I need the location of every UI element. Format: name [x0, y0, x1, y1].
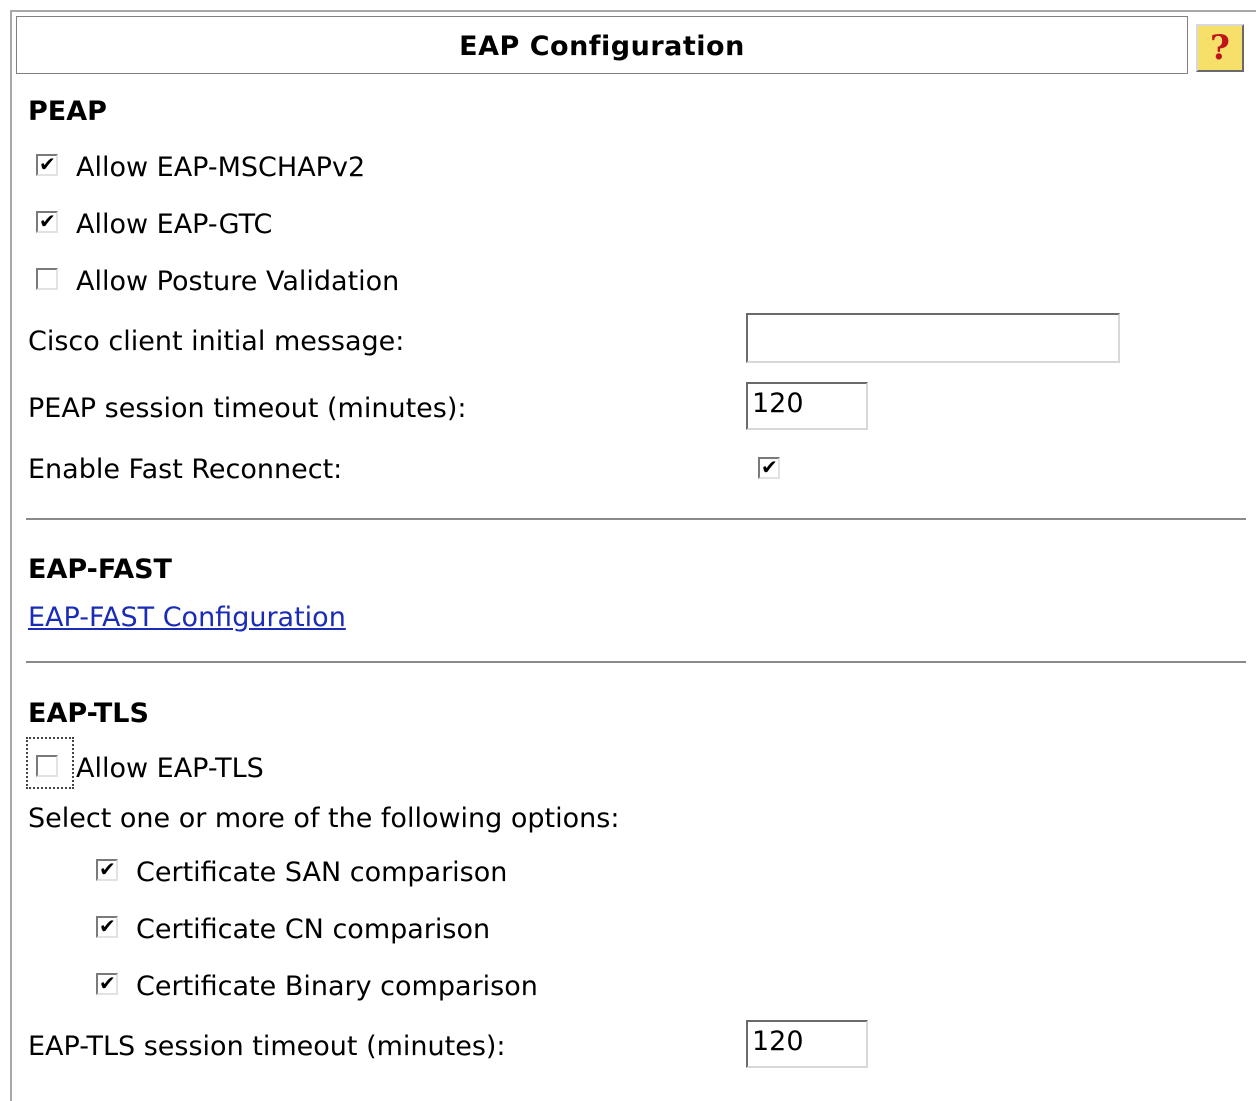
- options-prompt: Select one or more of the following opti…: [28, 803, 620, 834]
- certificate-cn-comparison-checkbox[interactable]: ✔: [96, 914, 118, 938]
- eap-tls-session-timeout-input[interactable]: 120: [746, 1020, 868, 1068]
- cisco-client-initial-message-input[interactable]: [746, 313, 1120, 363]
- allow-eap-tls-label: Allow EAP-TLS: [76, 753, 264, 784]
- certificate-san-comparison-checkbox[interactable]: ✔: [96, 857, 118, 881]
- certificate-binary-comparison-checkbox[interactable]: ✔: [96, 971, 118, 995]
- certificate-binary-comparison-label: Certificate Binary comparison: [136, 971, 538, 1002]
- cisco-client-initial-message-label: Cisco client initial message:: [28, 326, 405, 357]
- checkmark-icon: ✔: [39, 152, 56, 176]
- title-bar: EAP Configuration: [16, 16, 1188, 74]
- allow-eap-tls-checkbox[interactable]: [36, 755, 58, 777]
- enable-fast-reconnect-label: Enable Fast Reconnect:: [28, 454, 343, 485]
- checkmark-icon: ✔: [39, 209, 56, 233]
- section-divider: [26, 661, 1246, 663]
- enable-fast-reconnect-checkbox[interactable]: ✔: [758, 455, 780, 479]
- help-icon: ?: [1210, 28, 1230, 68]
- checkmark-icon: ✔: [99, 857, 116, 881]
- allow-eap-mschapv2-checkbox[interactable]: ✔: [36, 152, 58, 176]
- certificate-san-comparison-label: Certificate SAN comparison: [136, 857, 508, 888]
- allow-eap-gtc-checkbox[interactable]: ✔: [36, 209, 58, 233]
- allow-eap-gtc-label: Allow EAP-GTC: [76, 209, 273, 240]
- allow-eap-mschapv2-label: Allow EAP-MSCHAPv2: [76, 152, 366, 183]
- help-button[interactable]: ?: [1196, 24, 1244, 72]
- eap-tls-session-timeout-label: EAP-TLS session timeout (minutes):: [28, 1031, 506, 1062]
- certificate-cn-comparison-label: Certificate CN comparison: [136, 914, 491, 945]
- checkmark-icon: ✔: [99, 914, 116, 938]
- eap-fast-configuration-link[interactable]: EAP-FAST Configuration: [28, 602, 346, 634]
- allow-posture-validation-checkbox[interactable]: [36, 268, 58, 290]
- eap-fast-section-title: EAP-FAST: [28, 554, 172, 585]
- checkmark-icon: ✔: [761, 455, 778, 479]
- checkmark-icon: ✔: [99, 971, 116, 995]
- allow-posture-validation-label: Allow Posture Validation: [76, 266, 400, 297]
- page-title: EAP Configuration: [459, 31, 745, 62]
- peap-section-title: PEAP: [28, 96, 107, 127]
- peap-session-timeout-label: PEAP session timeout (minutes):: [28, 393, 467, 424]
- eap-tls-section-title: EAP-TLS: [28, 698, 149, 729]
- peap-session-timeout-input[interactable]: 120: [746, 382, 868, 430]
- section-divider: [26, 518, 1246, 520]
